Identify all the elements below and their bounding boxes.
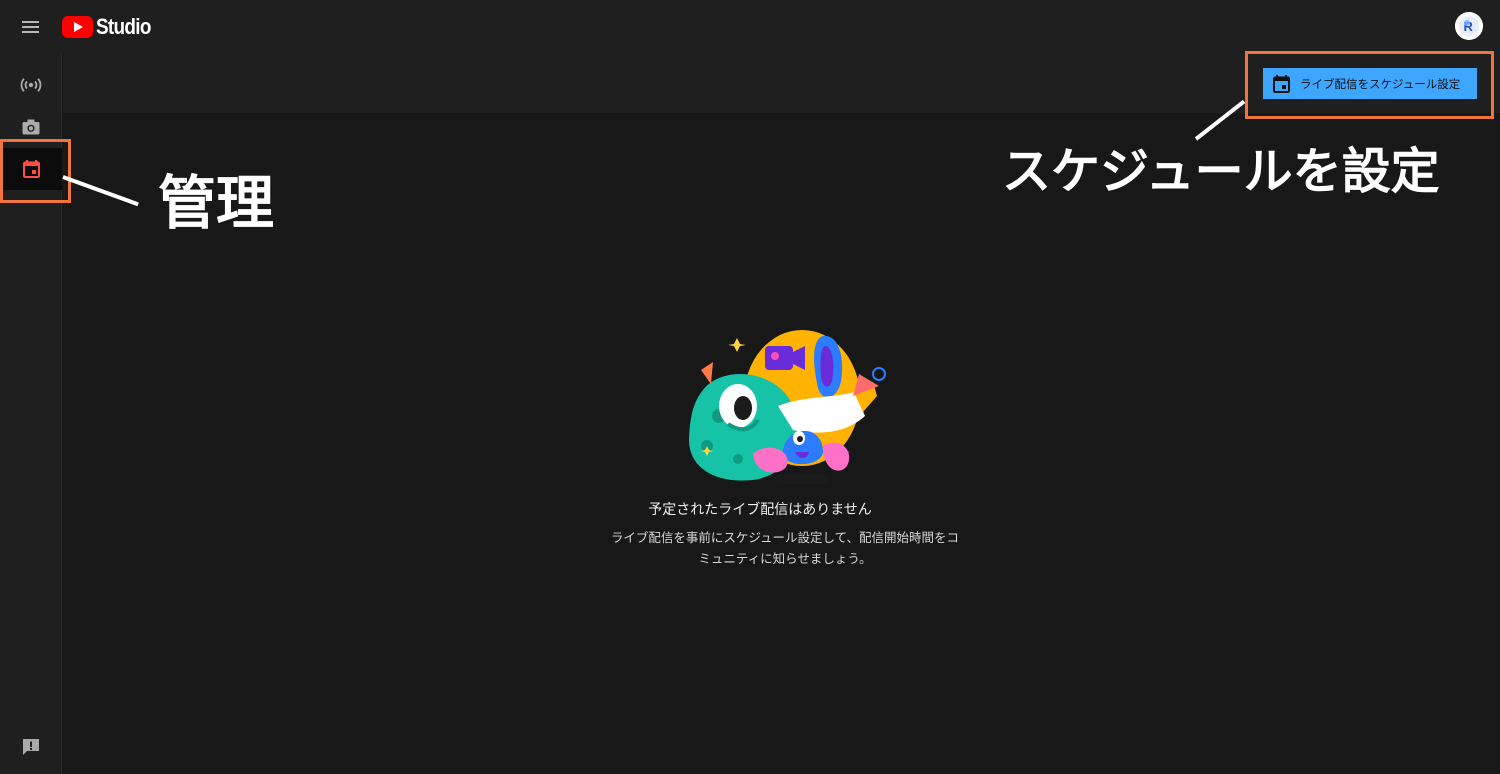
logo-text: Studio bbox=[96, 14, 151, 39]
annotation-schedule: スケジュールを設定 bbox=[1002, 143, 1440, 200]
highlight-manage bbox=[0, 139, 71, 203]
channel-avatar[interactable]: R bbox=[1455, 12, 1483, 40]
hamburger-icon[interactable] bbox=[18, 16, 44, 38]
live-broadcast-icon bbox=[20, 78, 42, 92]
empty-state-description: ライブ配信を事前にスケジュール設定して、配信開始時間をコミュニティに知らせましょ… bbox=[610, 530, 960, 566]
empty-state-title: 予定されたライブ配信はありません bbox=[648, 502, 872, 518]
top-bar: Studio R bbox=[0, 0, 1500, 54]
youtube-logo-icon bbox=[62, 16, 93, 38]
feedback-icon bbox=[23, 739, 39, 755]
sidebar-item-feedback[interactable] bbox=[0, 726, 62, 768]
highlight-schedule bbox=[1245, 51, 1494, 119]
camera-icon bbox=[22, 119, 40, 135]
youtube-studio-logo[interactable]: Studio bbox=[62, 14, 160, 39]
avatar-icon: R bbox=[1455, 12, 1483, 40]
sidebar-item-live[interactable] bbox=[0, 64, 62, 106]
pointer-line-manage bbox=[62, 175, 139, 207]
annotation-manage: 管理 bbox=[158, 169, 275, 237]
party-monster-illustration bbox=[688, 330, 886, 484]
